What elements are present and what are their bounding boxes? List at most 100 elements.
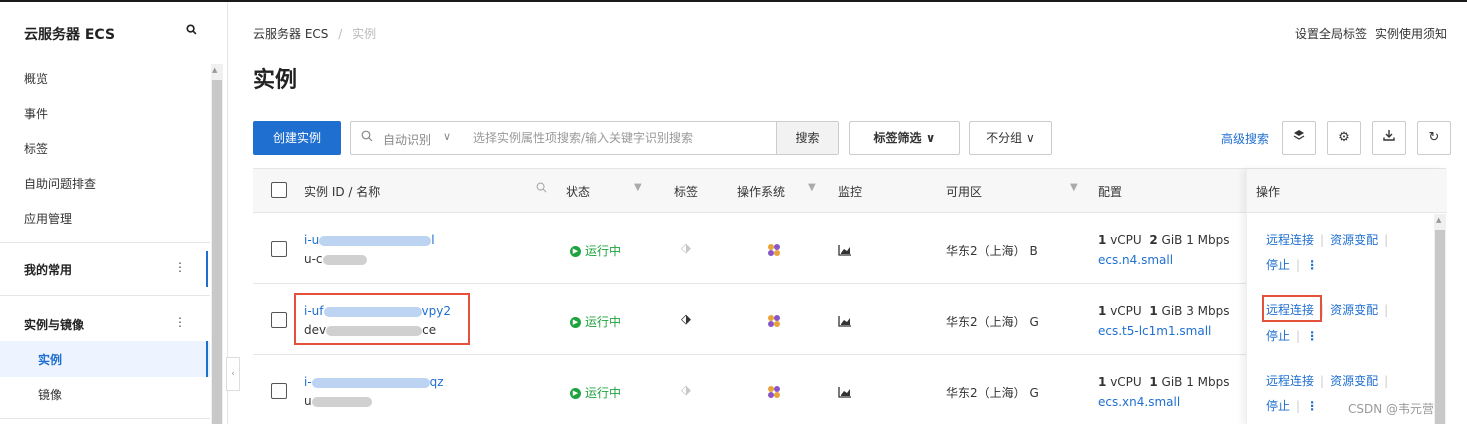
app-root: 云服务器 ECS 概览 事件 标签 自助问题排查 应用管理 我的常用 ⋮ 实例与… <box>0 0 1467 424</box>
layers-icon[interactable] <box>1282 121 1316 155</box>
zone-text: 华东2（上海） G <box>946 386 1039 400</box>
remote-connect-link[interactable]: 远程连接 <box>1266 233 1314 247</box>
row-actions: 远程连接 | 资源变配 | <box>1266 233 1389 247</box>
actions-column: 操作 远程连接 | 资源变配 | 停止 | ⋮ 远程连接 | 资源变配 | 停止 | ⋮ 远程连接 |… <box>1246 169 1447 424</box>
group-select-label: 不分组 <box>986 131 1023 145</box>
config-spec: 1 vCPU 1 GiB 1 Mbps <box>1098 375 1230 389</box>
sidebar-item-images[interactable]: 镜像 <box>38 386 62 403</box>
scroll-up-icon[interactable]: ▲ <box>212 66 217 74</box>
tag-icon[interactable]: ⬗ <box>681 241 691 256</box>
resize-link[interactable]: 资源变配 <box>1330 303 1378 317</box>
remote-connect-link[interactable]: 远程连接 <box>1266 374 1314 388</box>
play-icon: ▶ <box>570 246 581 257</box>
search-box: 自动识别 ∨ 搜索 <box>350 121 839 155</box>
sidebar-item-instances-label: 实例 <box>38 353 63 367</box>
instance-type-link[interactable]: ecs.t5-lc1m1.small <box>1098 324 1211 338</box>
select-all-checkbox[interactable] <box>271 182 287 198</box>
sidebar-item-instances[interactable]: 实例 <box>0 341 210 377</box>
table-scrollbar-thumb[interactable] <box>1435 230 1445 424</box>
os-logo-icon <box>768 386 780 398</box>
filter-icon[interactable]: ▼ <box>634 182 642 193</box>
filter-icon[interactable]: ▼ <box>1070 182 1078 193</box>
page-title: 实例 <box>253 68 298 93</box>
col-tags: 标签 <box>674 185 699 199</box>
more-actions-icon[interactable]: ⋮ <box>1306 399 1318 413</box>
more-actions-icon[interactable]: ⋮ <box>1306 258 1318 272</box>
tag-filter-button[interactable]: 标签筛选 ∨ <box>849 121 960 155</box>
advanced-search-link[interactable]: 高级搜索 <box>1221 130 1269 147</box>
instance-notice-link[interactable]: 实例使用须知 <box>1375 27 1447 41</box>
resize-link[interactable]: 资源变配 <box>1330 374 1378 388</box>
search-button[interactable]: 搜索 <box>776 122 838 154</box>
col-zone: 可用区 <box>946 185 983 199</box>
highlight-box <box>1262 295 1322 322</box>
instance-type-link[interactable]: ecs.n4.small <box>1098 253 1173 267</box>
sidebar-item-overview[interactable]: 概览 <box>24 70 48 87</box>
row-actions: 远程连接 | 资源变配 | <box>1266 374 1389 388</box>
main-content: 云服务器 ECS / 实例 设置全局标签 实例使用须知 实例 创建实例 自动识别 … <box>228 2 1467 424</box>
row-checkbox[interactable] <box>271 383 287 399</box>
col-monitor: 监控 <box>838 185 863 199</box>
status-badge: ▶ 运行中 <box>570 384 621 401</box>
monitor-chart-icon[interactable] <box>838 386 852 398</box>
instance-id-link[interactable]: i-u l <box>304 233 435 247</box>
sidebar-search-icon[interactable] <box>186 24 197 39</box>
tag-icon[interactable]: ⬗ <box>681 383 691 398</box>
instance-id-link[interactable]: i-qz <box>304 375 444 389</box>
group-select[interactable]: 不分组 ∨ <box>969 121 1052 155</box>
resize-link[interactable]: 资源变配 <box>1330 233 1378 247</box>
more-actions-icon[interactable]: ⋮ <box>1306 329 1318 343</box>
filter-icon[interactable]: ▼ <box>808 182 816 193</box>
favorites-more-icon[interactable]: ⋮ <box>174 260 186 274</box>
play-icon: ▶ <box>570 317 581 328</box>
row-actions: 停止 | ⋮ <box>1266 258 1319 272</box>
row-checkbox[interactable] <box>271 312 287 328</box>
sidebar-item-tags[interactable]: 标签 <box>24 140 48 157</box>
global-tags-link[interactable]: 设置全局标签 <box>1295 27 1367 41</box>
search-icon[interactable] <box>536 182 547 196</box>
redacted-blur <box>311 377 430 388</box>
stop-link[interactable]: 停止 <box>1266 258 1290 272</box>
stop-link[interactable]: 停止 <box>1266 399 1290 413</box>
instance-name: u <box>304 394 372 408</box>
monitor-chart-icon[interactable] <box>838 244 852 256</box>
download-icon[interactable] <box>1372 121 1406 155</box>
breadcrumb-root[interactable]: 云服务器 ECS <box>253 27 328 41</box>
search-input[interactable] <box>473 128 773 148</box>
stop-link[interactable]: 停止 <box>1266 329 1290 343</box>
instance-name: u-c <box>304 252 367 266</box>
search-mode-select[interactable]: 自动识别 <box>383 131 431 148</box>
sidebar-favorites[interactable]: 我的常用 ⋮ <box>0 251 210 287</box>
breadcrumb-current: 实例 <box>352 27 377 41</box>
sidebar-scrollbar-thumb[interactable] <box>212 80 222 424</box>
instance-type-link[interactable]: ecs.xn4.small <box>1098 395 1180 409</box>
create-instance-button[interactable]: 创建实例 <box>253 121 341 155</box>
sidebar-group-instances-images[interactable]: 实例与镜像 ⋮ <box>0 306 210 342</box>
group-more-icon[interactable]: ⋮ <box>174 315 186 329</box>
scroll-up-icon[interactable]: ▲ <box>1436 216 1441 224</box>
chevron-down-icon[interactable]: ∨ <box>443 130 451 143</box>
sidebar-divider <box>0 418 210 419</box>
monitor-chart-icon[interactable] <box>838 315 852 327</box>
breadcrumb-separator: / <box>338 27 343 41</box>
col-os: 操作系统 <box>737 185 786 199</box>
sidebar-divider <box>0 242 210 243</box>
sidebar-group-label: 实例与镜像 <box>24 318 85 332</box>
sidebar-item-troubleshoot[interactable]: 自助问题排查 <box>24 175 96 192</box>
sidebar-item-app-management[interactable]: 应用管理 <box>24 210 72 227</box>
chevron-down-icon: ∨ <box>1026 131 1035 145</box>
breadcrumb: 云服务器 ECS / 实例 <box>253 25 376 42</box>
settings-icon[interactable]: ⚙ <box>1327 121 1361 155</box>
col-status: 状态 <box>566 185 591 199</box>
row-checkbox[interactable] <box>271 241 287 257</box>
tag-icon[interactable]: ⬗ <box>681 312 691 327</box>
status-badge: ▶ 运行中 <box>570 313 621 330</box>
zone-text: 华东2（上海） G <box>946 315 1039 329</box>
redacted-blur <box>311 396 372 407</box>
refresh-icon[interactable]: ↻ <box>1417 121 1451 155</box>
table-scrollbar[interactable]: ▲ <box>1434 214 1446 424</box>
status-badge: ▶ 运行中 <box>570 242 621 259</box>
play-icon: ▶ <box>570 388 581 399</box>
sidebar-item-events[interactable]: 事件 <box>24 105 48 122</box>
search-icon <box>361 130 373 145</box>
